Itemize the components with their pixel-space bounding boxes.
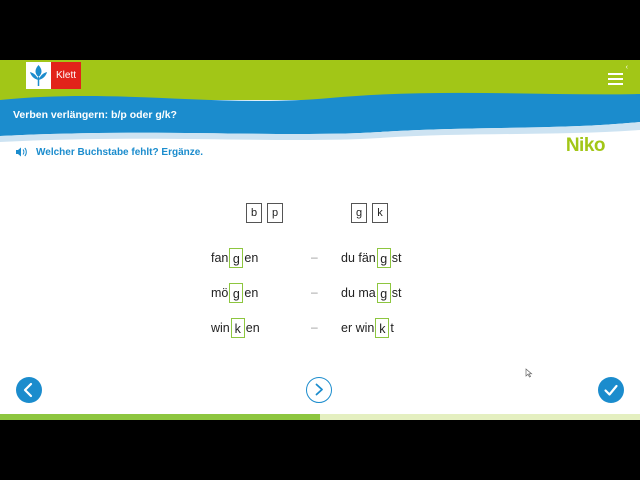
niko-brand: Niko [565, 135, 606, 156]
word-part-before: win [211, 321, 230, 335]
letter-option-p[interactable]: p [267, 203, 283, 223]
instruction-text: Welcher Buchstabe fehlt? Ergänze. [36, 146, 204, 158]
letter-option-b[interactable]: b [246, 203, 262, 223]
leaf-logo-icon [30, 65, 47, 86]
word-right-1: du fän g st [341, 248, 402, 268]
word-part-before: er win [341, 321, 375, 335]
word-part-after: en [245, 321, 260, 335]
word-part-before: fan [211, 251, 229, 265]
progress-bar [0, 414, 640, 420]
word-left-2: mö g en [211, 283, 258, 303]
progress-fill [0, 414, 320, 420]
separator-dash: – [311, 285, 318, 299]
answer-blank[interactable]: g [376, 248, 391, 268]
word-left-3: win k en [211, 318, 260, 338]
answer-blank[interactable]: g [229, 248, 244, 268]
play-next-icon [315, 383, 323, 396]
word-right-3: er win k t [341, 318, 394, 338]
hamburger-menu-icon[interactable] [606, 70, 626, 88]
letter-option-k[interactable]: k [372, 203, 388, 223]
word-right-2: du ma g st [341, 283, 401, 303]
check-button[interactable] [598, 377, 624, 403]
logo-text: Klett [51, 62, 81, 89]
separator-dash: – [311, 250, 318, 264]
play-next-button[interactable] [306, 377, 332, 403]
lesson-title: Verben verlängern: b/p oder g/k? [13, 109, 177, 121]
previous-button[interactable] [16, 377, 42, 403]
answer-blank[interactable]: g [376, 283, 391, 303]
instruction: Welcher Buchstabe fehlt? Ergänze. [14, 144, 203, 160]
word-part-after: en [244, 286, 259, 300]
word-part-before: mö [211, 286, 229, 300]
word-part-after: en [244, 251, 259, 265]
answer-blank[interactable]: k [230, 318, 245, 338]
word-part-after: st [391, 286, 402, 300]
arrow-left-icon [23, 382, 33, 398]
answer-blank[interactable]: k [375, 318, 390, 338]
word-part-after: t [390, 321, 394, 335]
klett-logo: Klett [26, 62, 81, 89]
word-part-before: du ma [341, 286, 376, 300]
word-part-before: du fän [341, 251, 376, 265]
word-left-1: fan g en [211, 248, 258, 268]
checkmark-icon [604, 384, 618, 396]
menu-caret-icon: ‹ [625, 64, 628, 71]
letter-option-g[interactable]: g [351, 203, 367, 223]
answer-blank[interactable]: g [229, 283, 244, 303]
mouse-cursor-icon [525, 368, 533, 378]
speaker-icon[interactable] [14, 145, 28, 159]
exercise-app: Klett ‹ Verben verlängern: b/p oder g/k?… [0, 60, 640, 420]
word-part-after: st [391, 251, 402, 265]
separator-dash: – [311, 320, 318, 334]
